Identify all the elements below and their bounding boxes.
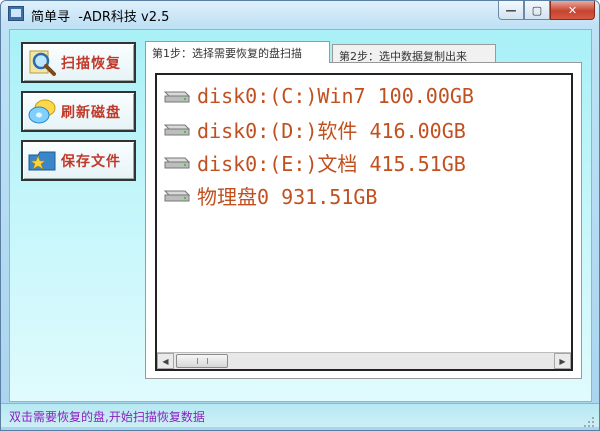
hard-disk-icon	[161, 86, 191, 106]
refresh-disk-label: 刷新磁盘	[61, 104, 121, 121]
status-text: 双击需要恢复的盘,开始扫描恢复数据	[9, 410, 205, 424]
tab-step-2[interactable]: 第2步：选中数据复制出来	[332, 44, 496, 64]
magnifier-icon	[27, 48, 57, 78]
list-item[interactable]: disk0:(D:)软件 416.00GB	[161, 114, 466, 144]
tab-panel: disk0:(C:)Win7 100.00GB disk0:(D:)软件 416…	[145, 62, 582, 379]
disk-label: disk0:(C:)Win7 100.00GB	[197, 84, 474, 108]
disk-label: 物理盘0 931.51GB	[197, 184, 378, 209]
app-icon	[8, 6, 24, 21]
list-item[interactable]: 物理盘0 931.51GB	[161, 180, 377, 210]
window-controls: — ▢ ✕	[498, 1, 595, 21]
scan-recover-label: 扫描恢复	[61, 55, 121, 72]
window-title: 简单寻 -ADR科技 v2.5	[31, 10, 170, 25]
scroll-right-button[interactable]: ▶	[554, 353, 571, 369]
list-item[interactable]: disk0:(C:)Win7 100.00GB	[161, 81, 474, 111]
disk-list[interactable]: disk0:(C:)Win7 100.00GB disk0:(D:)软件 416…	[155, 73, 573, 371]
title-bar[interactable]: 简单寻 -ADR科技 v2.5 — ▢ ✕	[1, 1, 599, 27]
resize-grip-icon[interactable]	[583, 413, 595, 427]
main-panel: 扫描恢复 刷新磁盘 保存文件 第1步：选择需要恢复的盘扫描 第2步：选中数据复制…	[9, 29, 592, 402]
save-file-button[interactable]: 保存文件	[21, 140, 136, 181]
scan-recover-button[interactable]: 扫描恢复	[21, 42, 136, 83]
tab-step-1[interactable]: 第1步：选择需要恢复的盘扫描	[145, 41, 330, 63]
disk-label: disk0:(D:)软件 416.00GB	[197, 118, 466, 143]
minimize-button[interactable]: —	[498, 1, 524, 20]
refresh-disk-button[interactable]: 刷新磁盘	[21, 91, 136, 132]
list-item[interactable]: disk0:(E:)文档 415.51GB	[161, 147, 466, 177]
hard-disk-icon	[161, 185, 191, 205]
disk-label: disk0:(E:)文档 415.51GB	[197, 151, 466, 176]
scroll-left-button[interactable]: ◀	[157, 353, 174, 369]
folder-star-icon	[27, 146, 57, 176]
save-file-label: 保存文件	[61, 153, 121, 170]
app-window: 简单寻 -ADR科技 v2.5 — ▢ ✕ 扫描恢复 刷新磁盘 保存文件 第1步…	[0, 0, 600, 431]
hard-disk-icon	[161, 152, 191, 172]
scroll-thumb[interactable]	[176, 354, 228, 368]
horizontal-scrollbar[interactable]: ◀ ▶	[157, 352, 571, 369]
close-button[interactable]: ✕	[550, 1, 595, 20]
hard-disk-icon	[161, 119, 191, 139]
status-bar: 双击需要恢复的盘,开始扫描恢复数据	[1, 403, 599, 427]
maximize-button[interactable]: ▢	[524, 1, 550, 20]
disks-icon	[27, 97, 57, 127]
